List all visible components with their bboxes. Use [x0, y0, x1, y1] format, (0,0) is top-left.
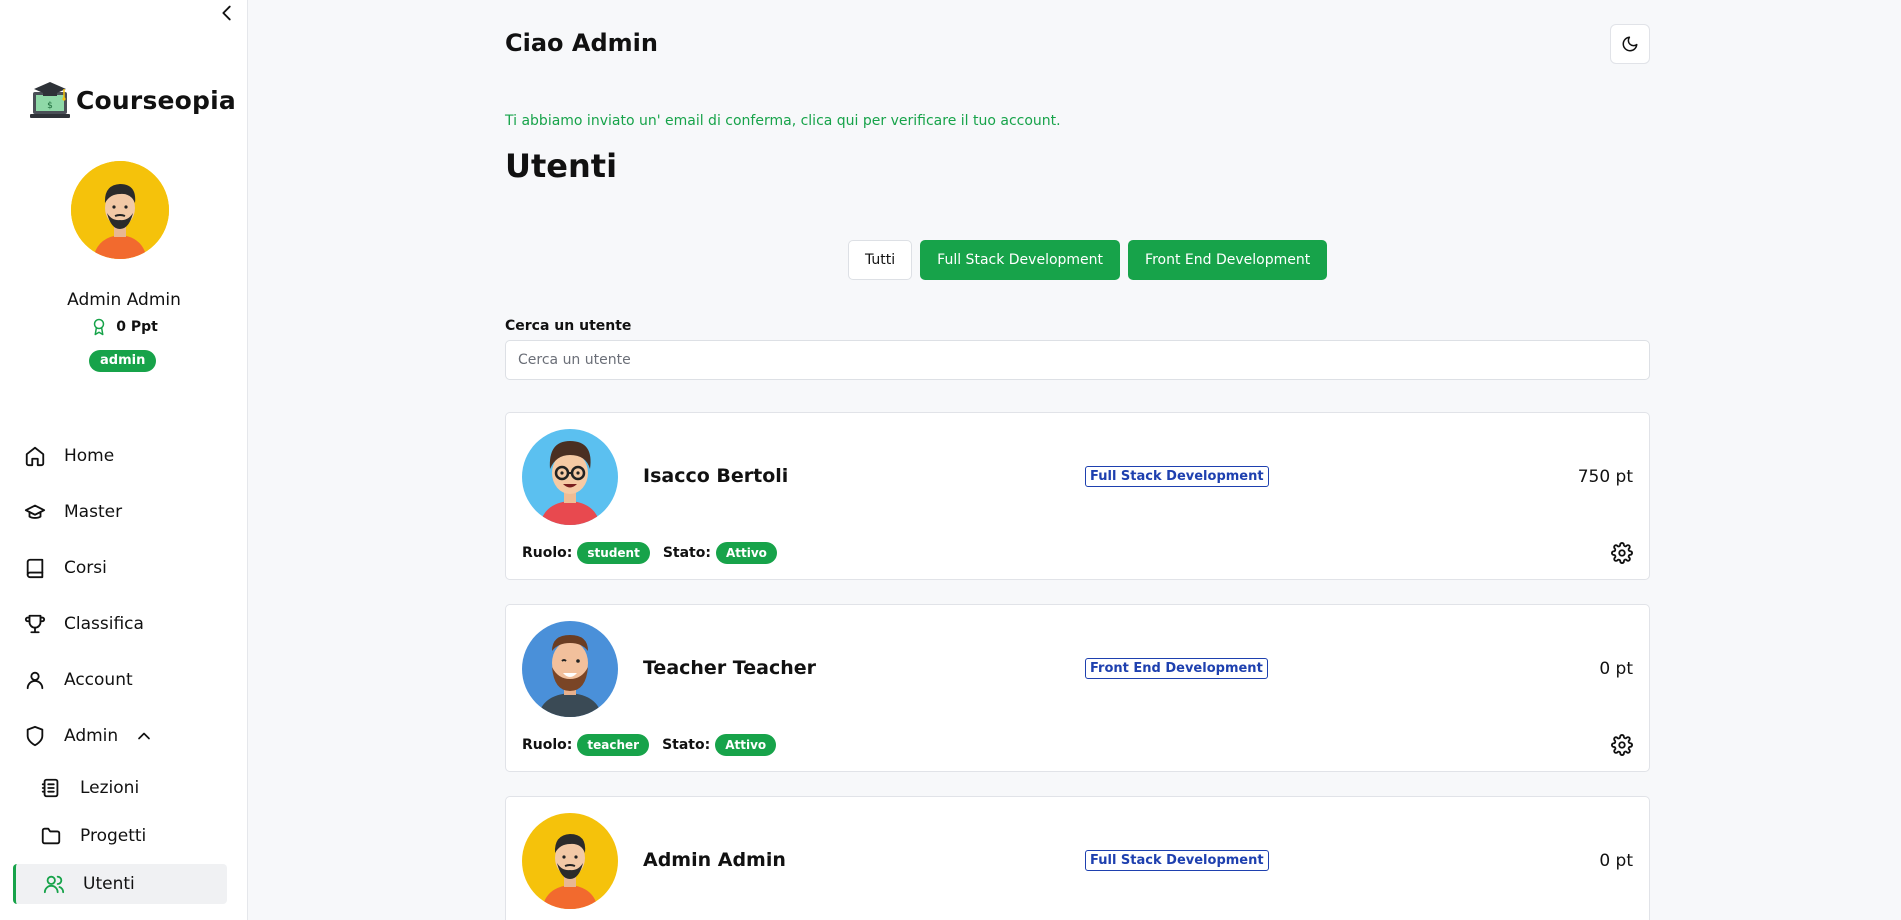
theme-toggle-button[interactable] [1610, 24, 1650, 64]
sidebar-subitem-label: Lezioni [80, 778, 140, 798]
laptop-graduation-logo-icon: $ [30, 82, 70, 118]
sidebar-item-classifica[interactable]: Classifica [24, 604, 144, 644]
sidebar-item-label: Classifica [64, 614, 144, 634]
chevron-up-icon[interactable] [134, 726, 154, 746]
user-name: Admin Admin [643, 849, 786, 871]
collapse-sidebar-icon[interactable] [216, 2, 238, 24]
user-course-tag[interactable]: Front End Development [1085, 658, 1268, 679]
sidebar-subitem-utenti[interactable]: Utenti [13, 864, 227, 904]
sidebar-subitem-label: Progetti [80, 826, 147, 846]
sidebar-item-corsi[interactable]: Corsi [24, 548, 107, 588]
filter-all-button[interactable]: Tutti [848, 240, 913, 280]
sidebar-item-label: Corsi [64, 558, 107, 578]
brand-name: Courseopia [76, 85, 236, 115]
profile-points: 0 Ppt [0, 318, 248, 336]
sidebar-item-master[interactable]: Master [24, 492, 122, 532]
user-name: Teacher Teacher [643, 657, 816, 679]
users-icon [43, 875, 65, 894]
graduation-cap-icon [24, 504, 46, 519]
bearded-man-avatar-icon [71, 161, 169, 259]
award-icon [93, 318, 105, 336]
user-points: 750 pt [1577, 467, 1633, 487]
trophy-icon [24, 614, 46, 634]
search-input[interactable] [505, 340, 1650, 380]
user-card: Isacco Bertoli Full Stack Development 75… [505, 412, 1650, 580]
shield-icon [26, 725, 44, 747]
sidebar-item-label: Home [64, 446, 115, 466]
sidebar-item-label: Master [64, 502, 123, 522]
user-course-tag[interactable]: Full Stack Development [1085, 850, 1269, 871]
document-list-icon [41, 778, 59, 798]
man-glasses-avatar-icon [522, 429, 618, 525]
user-avatar [522, 429, 618, 525]
user-points: 0 pt [1599, 851, 1633, 871]
home-icon [25, 446, 45, 467]
page-title: Utenti [505, 147, 618, 185]
sidebar-item-home[interactable]: Home [24, 436, 114, 476]
sidebar-item-account[interactable]: Account [24, 660, 133, 700]
user-avatar [522, 813, 618, 909]
user-icon [26, 671, 44, 690]
svg-text:$: $ [47, 101, 53, 111]
course-filters: Tutti Full Stack Development Front End D… [848, 240, 1328, 280]
search-label: Cerca un utente [505, 318, 632, 334]
email-confirmation-link[interactable]: Ti abbiamo inviato un' email di conferma… [505, 113, 1061, 129]
sidebar-subitem-label: Utenti [83, 874, 135, 894]
filter-front-end-button[interactable]: Front End Development [1128, 240, 1328, 280]
sidebar-item-admin[interactable]: Admin [24, 716, 154, 756]
greeting-heading: Ciao Admin [505, 29, 658, 57]
sidebar: $ Courseopia Admin Admin 0 Ppt admin Hom… [0, 0, 248, 920]
user-status-badge: Attivo [715, 542, 777, 564]
user-role-badge: student [577, 542, 650, 564]
gear-icon[interactable] [1611, 734, 1633, 756]
user-avatar [522, 621, 618, 717]
user-meta: Ruolo: student Stato: Attivo [522, 542, 777, 564]
profile-name: Admin Admin [67, 290, 181, 310]
moon-icon [1622, 36, 1638, 52]
user-card: Teacher Teacher Front End Development 0 … [505, 604, 1650, 772]
bearded-teacher-avatar-icon [522, 621, 618, 717]
role-label: Ruolo: [522, 737, 573, 753]
role-label: Ruolo: [522, 545, 573, 561]
profile-points-value: 0 Ppt [116, 319, 158, 335]
user-meta: Ruolo: teacher Stato: Attivo [522, 734, 777, 756]
book-icon [26, 558, 44, 579]
user-points: 0 pt [1599, 659, 1633, 679]
status-label: Stato: [662, 545, 711, 561]
sidebar-subitem-lezioni[interactable]: Lezioni [40, 768, 139, 808]
folder-icon [41, 827, 61, 845]
sidebar-item-label: Admin [64, 726, 119, 746]
sidebar-subitem-progetti[interactable]: Progetti [40, 816, 146, 856]
user-name: Isacco Bertoli [643, 465, 789, 487]
bearded-man-avatar-icon [522, 813, 618, 909]
user-course-tag[interactable]: Full Stack Development [1085, 466, 1269, 487]
profile-avatar [71, 161, 169, 259]
user-status-badge: Attivo [715, 734, 777, 756]
user-role-badge: teacher [577, 734, 650, 756]
profile-role-badge: admin [89, 350, 157, 372]
status-label: Stato: [662, 737, 711, 753]
sidebar-item-label: Account [64, 670, 133, 690]
gear-icon[interactable] [1611, 542, 1633, 564]
user-card: Admin Admin Full Stack Development 0 pt [505, 796, 1650, 920]
brand-logo[interactable]: $ Courseopia [28, 78, 236, 122]
filter-full-stack-button[interactable]: Full Stack Development [920, 240, 1121, 280]
